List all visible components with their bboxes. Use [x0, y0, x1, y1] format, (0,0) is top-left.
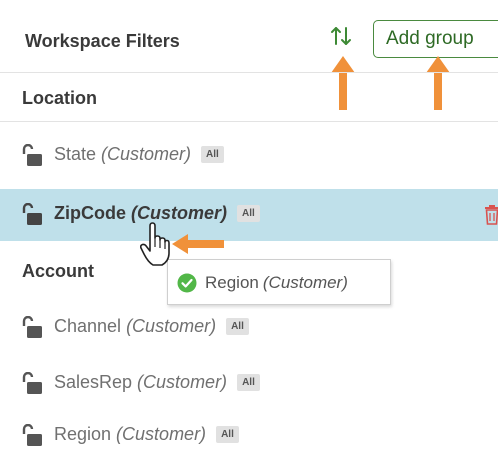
filter-label: State (Customer) All — [54, 144, 224, 165]
annotation-arrow-up-icon — [331, 56, 355, 110]
filter-label: Channel (Customer) All — [54, 316, 249, 337]
ghost-name: Region — [205, 273, 259, 292]
divider — [0, 72, 498, 73]
lock-icon — [22, 372, 42, 394]
all-badge[interactable]: All — [237, 374, 260, 391]
filter-label: ZipCode (Customer) All — [54, 203, 260, 224]
check-circle-icon — [177, 273, 197, 293]
filter-name: SalesRep — [54, 372, 133, 392]
filter-label: SalesRep (Customer) All — [54, 372, 260, 393]
filter-qualifier: (Customer) — [137, 372, 228, 392]
all-badge[interactable]: All — [201, 146, 224, 163]
hand-cursor-icon — [140, 222, 170, 266]
filter-name: Channel — [54, 316, 122, 336]
all-badge[interactable]: All — [226, 318, 249, 335]
section-header-account: Account — [22, 261, 94, 281]
filter-row-channel[interactable]: Channel (Customer) All — [0, 302, 498, 354]
filter-row-region[interactable]: Region (Customer) All — [0, 410, 498, 462]
all-badge[interactable]: All — [237, 205, 260, 222]
section-header-location: Location — [22, 88, 97, 108]
drag-ghost-tooltip: Region (Customer) — [167, 259, 391, 305]
trash-icon[interactable] — [484, 205, 498, 225]
panel-title: Workspace Filters — [25, 31, 180, 51]
drag-ghost-label: Region (Customer) — [205, 273, 348, 293]
filter-name: Region — [54, 424, 112, 444]
filter-qualifier: (Customer) — [126, 316, 217, 336]
lock-icon — [22, 424, 42, 446]
lock-icon — [22, 316, 42, 338]
lock-icon — [22, 203, 42, 225]
filter-name: ZipCode — [54, 203, 126, 223]
filter-qualifier: (Customer) — [116, 424, 207, 444]
divider — [0, 121, 498, 122]
add-group-button[interactable]: Add group — [373, 20, 498, 58]
ghost-qualifier: (Customer) — [262, 273, 348, 292]
filter-qualifier: (Customer) — [131, 203, 228, 223]
filter-label: Region (Customer) All — [54, 424, 239, 445]
filter-row-state[interactable]: State (Customer) All — [0, 130, 498, 182]
sort-arrows-icon[interactable] — [328, 24, 354, 48]
filter-name: State — [54, 144, 97, 164]
filter-row-salesrep[interactable]: SalesRep (Customer) All — [0, 358, 498, 410]
filter-row-zipcode[interactable]: ZipCode (Customer) All — [0, 189, 498, 241]
all-badge[interactable]: All — [216, 426, 239, 443]
lock-icon — [22, 144, 42, 166]
filter-qualifier: (Customer) — [101, 144, 192, 164]
annotation-arrow-up-icon — [426, 56, 450, 110]
